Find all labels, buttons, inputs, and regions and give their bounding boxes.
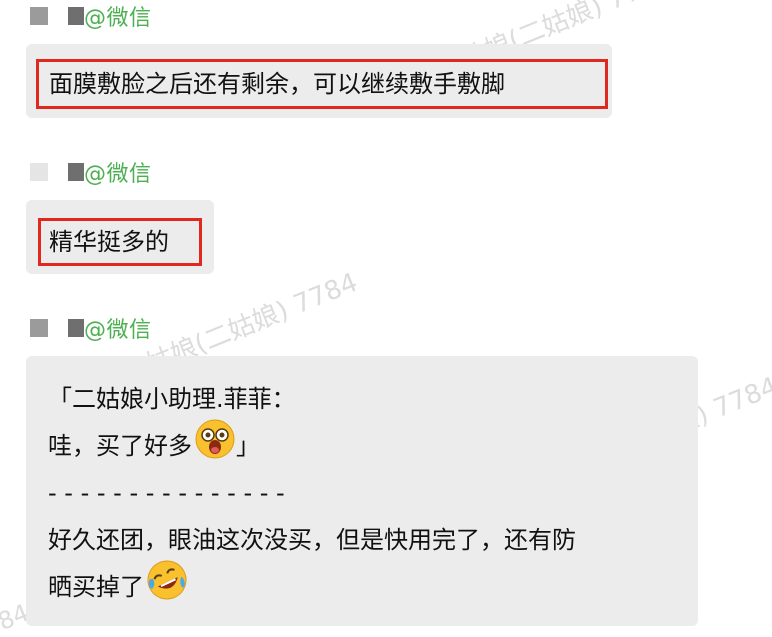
sender-name-redacted (68, 319, 84, 337)
sender-name: @微信 (84, 318, 152, 343)
sender-row: @微信 (30, 316, 152, 343)
highlight-box: 面膜敷脸之后还有剩余，可以继续敷手敷脚 (36, 59, 608, 109)
sender-name: @微信 (84, 162, 152, 187)
message-text: 精华挺多的 (49, 228, 169, 256)
chat-view: 二姑娘(二姑娘) 7784 二姑娘(二姑娘) 7784 二姑娘(二姑娘) 778… (0, 0, 772, 637)
laughing-crying-emoji-icon (146, 559, 188, 617)
message-text: 面膜敷脸之后还有剩余，可以继续敷手敷脚 (49, 70, 505, 98)
message-line: - - - - - - - - - - - - - - - (48, 479, 285, 507)
message-bubble[interactable]: 「二姑娘小助理.菲菲： 哇，买了好多 」 - - - - - - - - - -… (26, 356, 698, 626)
sender-name-redacted (68, 163, 84, 181)
message-line: 哇，买了好多 」 (48, 419, 576, 470)
message-text-block: 「二姑娘小助理.菲菲： 哇，买了好多 」 - - - - - - - - - -… (48, 376, 576, 611)
sender-row: @微信 (30, 4, 152, 31)
star-struck-emoji-icon (194, 418, 236, 476)
sender-name: @微信 (84, 6, 152, 31)
message-line: 晒买掉了 (48, 560, 576, 611)
highlight-box: 精华挺多的 (38, 218, 202, 266)
message-line: 好久还团，眼油这次没买，但是快用完了，还有防 (48, 526, 576, 554)
message-line: 「二姑娘小助理.菲菲： (48, 385, 296, 413)
avatar[interactable] (30, 163, 48, 181)
sender-name-redacted (68, 7, 84, 25)
sender-row: @微信 (30, 160, 152, 187)
avatar[interactable] (30, 319, 48, 337)
message-bubble[interactable]: 面膜敷脸之后还有剩余，可以继续敷手敷脚 (26, 44, 612, 118)
message-bubble[interactable]: 精华挺多的 (26, 200, 214, 274)
avatar[interactable] (30, 7, 48, 25)
